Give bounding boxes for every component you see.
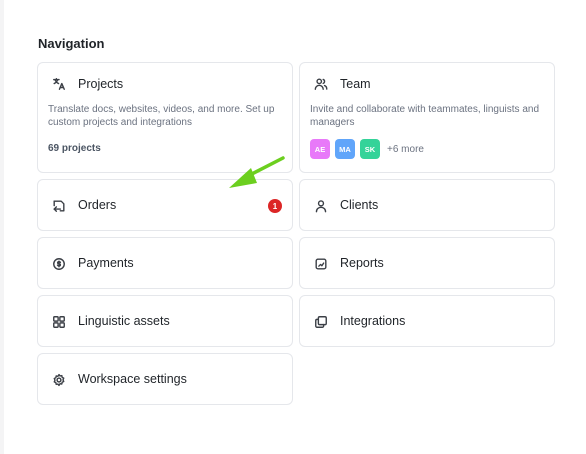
- avatar[interactable]: SK: [360, 139, 380, 159]
- integrations-title: Integrations: [340, 314, 406, 328]
- reports-title: Reports: [340, 256, 384, 270]
- avatar[interactable]: AE: [310, 139, 330, 159]
- orders-icon: [51, 198, 67, 214]
- grid-icon: [51, 314, 67, 330]
- projects-title: Projects: [78, 77, 124, 91]
- clients-title: Clients: [340, 198, 379, 212]
- projects-description: Translate docs, websites, videos, and mo…: [48, 104, 275, 128]
- orders-card[interactable]: Orders 1: [37, 179, 293, 231]
- team-avatars: AE MA SK +6 more: [310, 139, 424, 159]
- clients-card[interactable]: Clients: [299, 179, 555, 231]
- report-icon: [313, 256, 329, 272]
- reports-card[interactable]: Reports: [299, 237, 555, 289]
- payments-title: Payments: [78, 256, 134, 270]
- team-title: Team: [340, 77, 371, 91]
- team-card[interactable]: Team Invite and collaborate with teammat…: [299, 62, 555, 173]
- linguistic-assets-title: Linguistic assets: [78, 314, 170, 328]
- workspace-settings-title: Workspace settings: [78, 372, 187, 386]
- users-icon: [313, 76, 329, 92]
- projects-count: 69 projects: [48, 143, 101, 154]
- avatar[interactable]: MA: [335, 139, 355, 159]
- projects-card[interactable]: Projects Translate docs, websites, video…: [37, 62, 293, 173]
- integrations-icon: [313, 314, 329, 330]
- user-icon: [313, 198, 329, 214]
- team-more-count[interactable]: +6 more: [387, 144, 424, 155]
- orders-badge: 1: [268, 199, 282, 213]
- linguistic-assets-card[interactable]: Linguistic assets: [37, 295, 293, 347]
- payments-card[interactable]: Payments: [37, 237, 293, 289]
- payment-icon: [51, 256, 67, 272]
- gear-icon: [51, 372, 67, 388]
- integrations-card[interactable]: Integrations: [299, 295, 555, 347]
- orders-title: Orders: [78, 198, 117, 212]
- section-heading: Navigation: [38, 36, 105, 51]
- team-description: Invite and collaborate with teammates, l…: [310, 104, 540, 128]
- workspace-settings-card[interactable]: Workspace settings: [37, 353, 293, 405]
- translate-icon: [51, 76, 67, 92]
